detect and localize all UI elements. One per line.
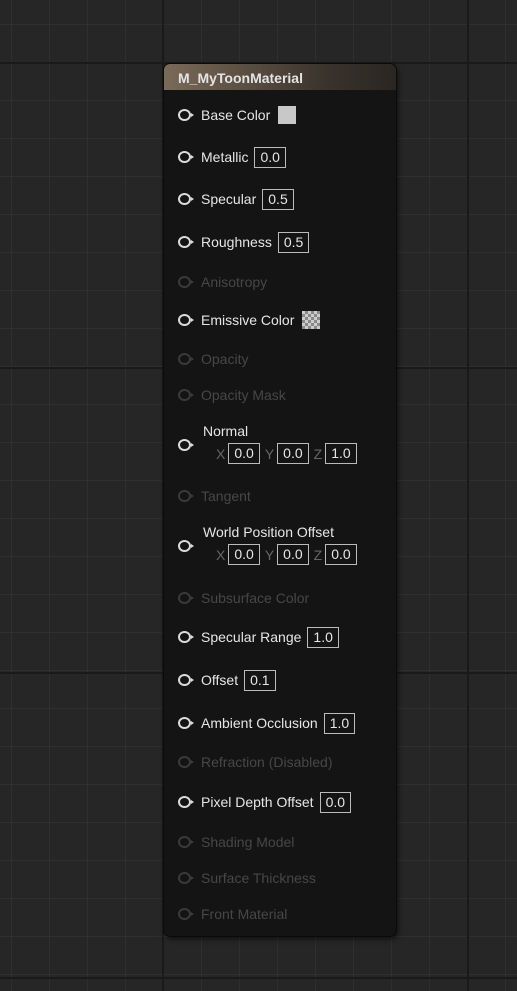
- pin-connector-icon: [178, 592, 194, 604]
- x-value-input[interactable]: 0.0: [228, 443, 260, 464]
- pin-label: Refraction (Disabled): [201, 754, 333, 770]
- pin-connector-icon[interactable]: [178, 631, 194, 643]
- pin-opacity: Opacity: [178, 349, 248, 369]
- pin-connector-icon[interactable]: [178, 151, 194, 163]
- pin-label: Base Color: [201, 107, 271, 123]
- pin-opacity-mask: Opacity Mask: [178, 385, 286, 405]
- pin-connector-icon[interactable]: [178, 109, 194, 121]
- pin-tangent: Tangent: [178, 486, 251, 506]
- pin-label: Front Material: [201, 906, 288, 922]
- z-axis-label: Z: [313, 546, 323, 563]
- value-input[interactable]: 0.0: [254, 146, 286, 168]
- pin-label: Shading Model: [201, 834, 295, 850]
- y-axis-label: Y: [264, 546, 275, 563]
- x-axis-label: X: [216, 445, 226, 462]
- pin-roughness: Roughness 0.5: [178, 231, 310, 253]
- pin-label: Emissive Color: [201, 312, 295, 328]
- pin-subsurface-color: Subsurface Color: [178, 588, 309, 608]
- pin-metallic: Metallic 0.0: [178, 146, 286, 168]
- pin-label: Offset: [201, 672, 239, 688]
- value-input[interactable]: 0.0: [319, 791, 352, 813]
- value-input[interactable]: 0.1: [244, 669, 276, 691]
- pin-label: Tangent: [201, 488, 251, 504]
- pin-connector-icon[interactable]: [178, 540, 194, 552]
- pin-connector-icon: [178, 353, 194, 365]
- pin-connector-icon: [178, 276, 194, 288]
- pin-label: Specular: [201, 191, 257, 207]
- y-value-input[interactable]: 0.0: [277, 544, 309, 565]
- y-axis-label: Y: [264, 445, 275, 462]
- pin-connector-icon: [178, 836, 194, 848]
- pin-label: Anisotropy: [201, 274, 268, 290]
- pin-label: Metallic: [201, 149, 249, 165]
- pin-ambient-occlusion: Ambient Occlusion 1.0: [178, 712, 356, 734]
- pin-connector-icon[interactable]: [178, 314, 194, 326]
- color-swatch[interactable]: [278, 106, 297, 124]
- pin-connector-icon[interactable]: [178, 717, 194, 729]
- pin-label: World Position Offset: [203, 524, 334, 540]
- pin-label: Opacity: [201, 351, 249, 367]
- material-node[interactable]: M_MyToonMaterial Base Color Metallic 0.0 …: [164, 64, 396, 936]
- pin-emissive-color: Emissive Color: [178, 310, 321, 330]
- pin-connector-icon[interactable]: [178, 193, 194, 205]
- y-value-input[interactable]: 0.0: [277, 443, 309, 464]
- pin-anisotropy: Anisotropy: [178, 272, 267, 292]
- value-input[interactable]: 0.5: [277, 231, 310, 253]
- value-input[interactable]: 1.0: [307, 626, 339, 648]
- z-axis-label: Z: [313, 445, 323, 462]
- node-title[interactable]: M_MyToonMaterial: [164, 64, 396, 90]
- pin-connector-icon: [178, 756, 194, 768]
- pin-label: Roughness: [201, 234, 272, 250]
- pin-connector-icon: [178, 908, 194, 920]
- pin-connector-icon: [178, 389, 194, 401]
- pin-offset: Offset 0.1: [178, 669, 276, 691]
- x-axis-label: X: [216, 546, 226, 563]
- pin-label: Specular Range: [201, 629, 302, 645]
- pin-specular-range: Specular Range 1.0: [178, 626, 339, 648]
- checker-swatch-icon[interactable]: [302, 311, 321, 329]
- pin-connector-icon[interactable]: [178, 236, 194, 248]
- pin-refraction-disabled: Refraction (Disabled): [178, 752, 333, 772]
- x-value-input[interactable]: 0.0: [228, 544, 260, 565]
- pin-label: Ambient Occlusion: [201, 715, 318, 731]
- pin-connector-icon[interactable]: [178, 796, 194, 808]
- value-input[interactable]: 0.5: [262, 188, 294, 210]
- pin-pixel-depth-offset: Pixel Depth Offset 0.0: [178, 791, 352, 813]
- pin-label: Normal: [203, 423, 249, 439]
- pin-front-material: Front Material: [178, 904, 287, 924]
- pin-connector-icon: [178, 490, 194, 502]
- pin-specular: Specular 0.5: [178, 188, 294, 210]
- pin-label: Opacity Mask: [201, 387, 286, 403]
- pin-label: Subsurface Color: [201, 590, 310, 606]
- pin-base-color: Base Color: [178, 105, 297, 125]
- z-value-input[interactable]: 1.0: [325, 443, 357, 464]
- value-input[interactable]: 1.0: [323, 712, 356, 734]
- z-value-input[interactable]: 0.0: [325, 544, 357, 565]
- pin-surface-thickness: Surface Thickness: [178, 868, 316, 888]
- pin-connector-icon: [178, 872, 194, 884]
- pin-connector-icon[interactable]: [178, 674, 194, 686]
- pin-connector-icon[interactable]: [178, 439, 194, 451]
- pin-shading-model: Shading Model: [178, 832, 294, 852]
- pin-label: Surface Thickness: [201, 870, 316, 886]
- pin-label: Pixel Depth Offset: [201, 794, 314, 810]
